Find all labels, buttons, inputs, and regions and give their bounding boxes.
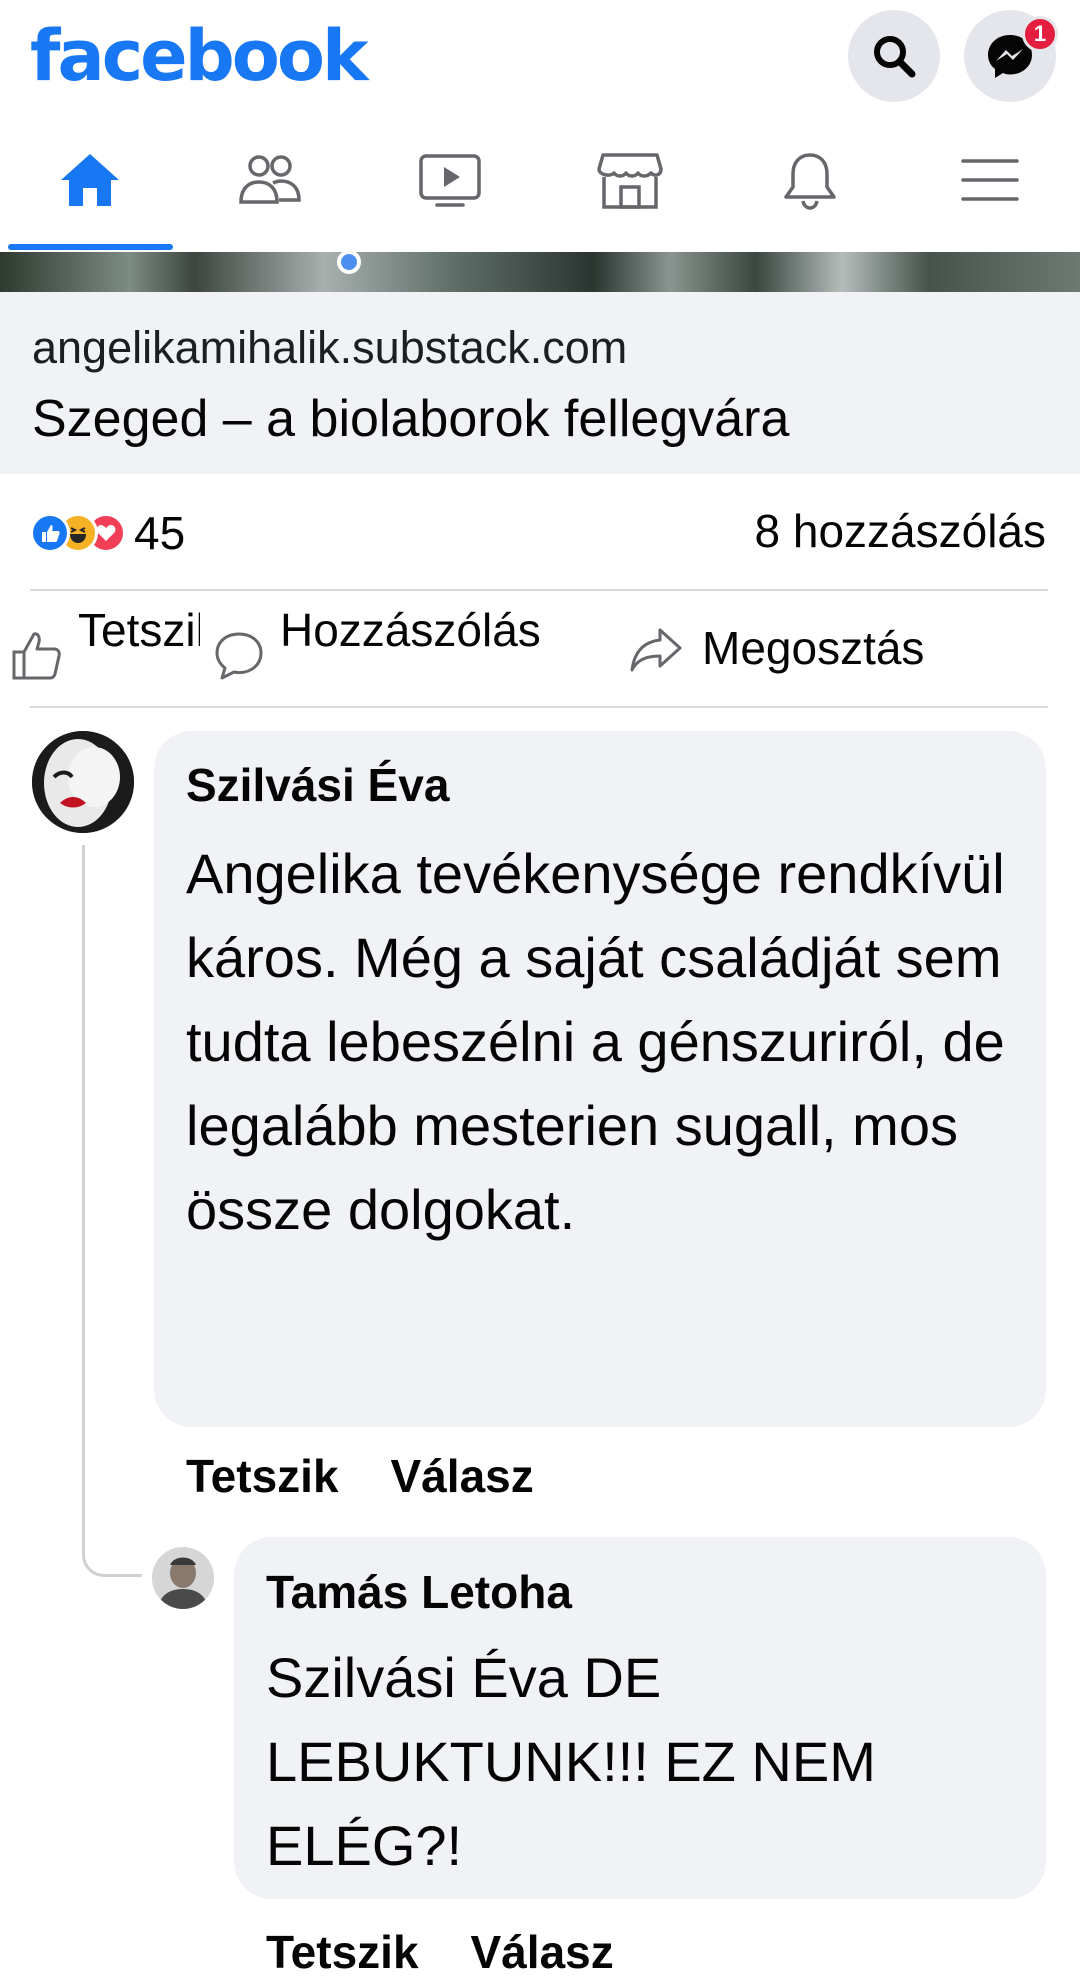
link-preview-image[interactable] — [0, 252, 1080, 292]
share-icon — [630, 628, 682, 672]
reaction-summary[interactable]: 45 — [30, 507, 185, 559]
comment-label: Hozzászólás — [280, 604, 541, 656]
marketplace-icon — [597, 153, 663, 209]
tab-menu[interactable] — [930, 140, 1050, 220]
comment-reply-button[interactable]: Válasz — [471, 1924, 614, 1980]
home-icon — [61, 154, 119, 206]
reaction-count: 45 — [134, 507, 186, 559]
avatar[interactable] — [32, 731, 134, 833]
tab-home[interactable] — [30, 140, 150, 220]
share-button[interactable]: Megosztás — [628, 620, 1048, 720]
comment-like-button[interactable]: Tetszik — [186, 1448, 339, 1504]
comment-count[interactable]: 8 hozzászólás — [755, 503, 1047, 559]
comment-author[interactable]: Tamás Letoha — [266, 1564, 572, 1620]
comment-reply-button[interactable]: Válasz — [391, 1448, 534, 1504]
top-bar: facebook 1 — [0, 0, 1080, 110]
like-reaction-icon — [30, 513, 70, 553]
search-icon — [874, 36, 916, 78]
thumbs-up-icon — [12, 632, 61, 680]
comment-icon — [215, 632, 263, 680]
comment-actions: Tetszik Válasz — [186, 1448, 534, 1504]
comment-text: Szilvási Éva DE LEBUKTUNK!!! EZ NEM ELÉG… — [266, 1646, 876, 1877]
active-tab-indicator — [8, 244, 173, 250]
divider — [30, 706, 1048, 708]
watch-icon — [419, 154, 481, 207]
image-dot — [337, 250, 361, 274]
reply-thread-line — [82, 845, 142, 1577]
comment-like-button[interactable]: Tetszik — [266, 1924, 419, 1980]
avatar[interactable] — [152, 1547, 214, 1609]
like-button[interactable]: Tetszik — [10, 602, 200, 702]
link-preview-title[interactable]: Szeged – a biolaborok fellegvára — [32, 388, 789, 450]
tab-watch[interactable] — [390, 140, 510, 220]
search-button[interactable] — [848, 10, 940, 102]
divider — [30, 589, 1048, 591]
bell-icon — [784, 153, 836, 210]
like-label: Tetszik — [78, 604, 200, 656]
tab-marketplace[interactable] — [570, 140, 690, 220]
comment-author[interactable]: Szilvási Éva — [186, 757, 449, 813]
comment-actions: Tetszik Válasz — [266, 1924, 614, 1980]
link-preview-domain: angelikamihalik.substack.com — [32, 322, 628, 373]
notification-badge: 1 — [1022, 16, 1058, 52]
comment-button[interactable]: Hozzászólás — [212, 602, 542, 702]
tab-friends[interactable] — [210, 140, 330, 220]
share-label: Megosztás — [702, 622, 925, 674]
tab-bar — [0, 120, 1080, 250]
friends-icon — [239, 155, 301, 204]
facebook-logo[interactable]: facebook — [30, 14, 369, 98]
menu-icon — [961, 159, 1019, 201]
tab-notifications[interactable] — [750, 140, 870, 220]
comment-text: Angelika tevékenysége rendkívül káros. M… — [186, 842, 1005, 1241]
